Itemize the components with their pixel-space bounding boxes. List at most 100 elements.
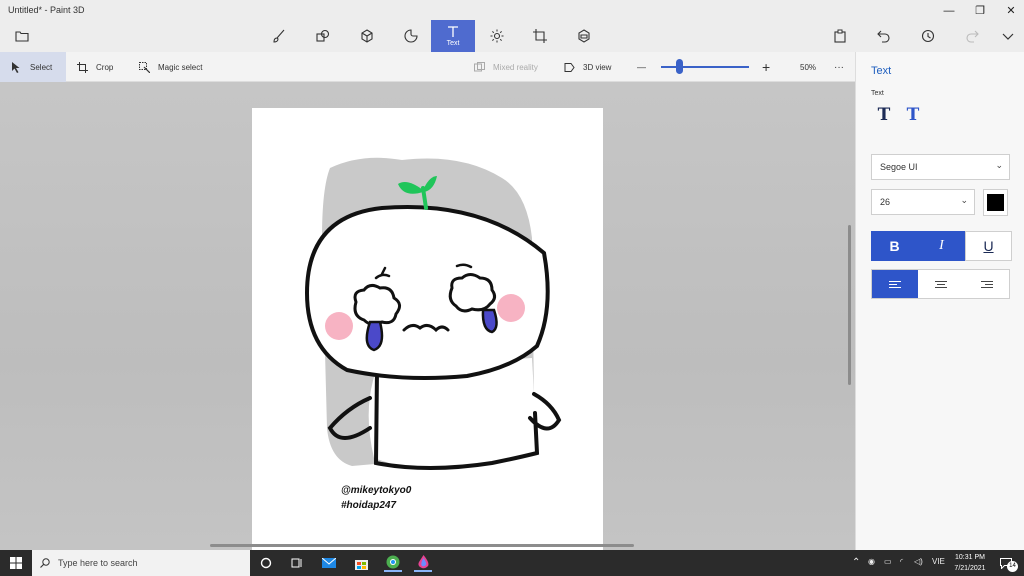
search-placeholder: Type here to search xyxy=(58,558,138,568)
bold-button[interactable]: B xyxy=(871,231,918,261)
font-size-dropdown[interactable]: 26 ⌄ xyxy=(871,189,975,215)
taskbar-search-box[interactable]: Type here to search xyxy=(32,550,250,576)
tray-app-icon[interactable]: ◉ xyxy=(868,557,875,566)
crop-canvas-icon xyxy=(533,29,547,43)
panel-title: Text xyxy=(871,65,892,77)
notification-count-badge: 14 xyxy=(1007,561,1018,572)
browser-app-button[interactable] xyxy=(384,554,402,572)
language-indicator[interactable]: VIE xyxy=(932,557,945,566)
notifications-button[interactable]: 14 xyxy=(996,554,1018,572)
select-label: Select xyxy=(30,62,53,72)
search-icon xyxy=(40,558,50,568)
crop-button[interactable]: Crop xyxy=(77,52,113,82)
underline-button[interactable]: U xyxy=(965,231,1012,261)
chevron-down-icon: ⌄ xyxy=(960,195,968,205)
cortana-button[interactable] xyxy=(257,554,275,572)
paste-button[interactable] xyxy=(818,20,862,52)
text-properties-panel: Text Text T T Segoe UI ⌄ 26 ⌄ B I U xyxy=(855,52,1024,550)
3d-library-button[interactable] xyxy=(562,20,606,52)
2d-text-tool[interactable]: T xyxy=(873,104,895,126)
title-bar: Untitled* - Paint 3D — ❐ ✕ Text xyxy=(0,0,1024,52)
clock-time: 10:31 PM xyxy=(955,554,985,561)
windows-logo-icon xyxy=(10,557,22,569)
alignment-group xyxy=(871,269,1010,299)
history-button[interactable] xyxy=(906,20,950,52)
pointer-icon xyxy=(12,61,20,73)
credit-handle: @mikeytokyo0 xyxy=(341,485,412,496)
text-tool-button[interactable]: Text xyxy=(431,20,475,52)
store-app-button[interactable] xyxy=(352,554,370,572)
zoom-slider-thumb[interactable] xyxy=(675,59,683,74)
panel-section-label: Text xyxy=(871,90,884,97)
redo-icon xyxy=(966,30,979,43)
align-right-button[interactable] xyxy=(964,270,1010,298)
wifi-icon[interactable]: ◜ xyxy=(900,557,903,566)
tray-overflow-chevron-icon[interactable]: ⌃ xyxy=(852,557,860,568)
minimize-button[interactable]: — xyxy=(934,2,964,20)
zoom-in-button[interactable]: + xyxy=(762,52,770,82)
italic-button[interactable]: I xyxy=(918,231,965,261)
paste-icon xyxy=(834,29,846,43)
cortana-circle-icon xyxy=(260,557,272,569)
menu-button[interactable] xyxy=(0,20,44,52)
zoom-out-button[interactable]: — xyxy=(637,52,646,82)
3d-text-tool[interactable]: T xyxy=(902,104,924,126)
zoom-level[interactable]: 50% xyxy=(800,52,816,82)
mixed-reality-label: Mixed reality xyxy=(493,62,538,72)
select-button[interactable]: Select xyxy=(0,52,66,82)
font-size-value: 26 xyxy=(880,197,891,207)
align-center-button[interactable] xyxy=(918,270,964,298)
mail-icon xyxy=(322,558,336,568)
window-title: Untitled* - Paint 3D xyxy=(8,5,85,15)
text-color-picker[interactable] xyxy=(983,189,1008,216)
vertical-scrollbar[interactable] xyxy=(848,225,851,385)
volume-icon[interactable]: ◁) xyxy=(914,557,923,566)
canvas-button[interactable] xyxy=(518,20,562,52)
paint3d-app-button[interactable] xyxy=(414,554,432,572)
chevron-down-icon: ⌄ xyxy=(995,160,1003,170)
3d-view-button[interactable]: 3D view xyxy=(564,52,611,82)
mixed-reality-icon xyxy=(474,61,485,71)
head-shape xyxy=(304,204,550,380)
magic-select-icon xyxy=(139,61,150,73)
restore-button[interactable]: ❐ xyxy=(965,2,995,20)
undo-button[interactable] xyxy=(862,20,906,52)
brushes-button[interactable] xyxy=(257,20,301,52)
2d-shapes-button[interactable] xyxy=(301,20,345,52)
horizontal-scrollbar[interactable] xyxy=(210,544,634,547)
align-left-button[interactable] xyxy=(872,270,918,298)
zoom-slider-track[interactable] xyxy=(661,66,749,68)
3d-view-icon xyxy=(564,62,575,72)
close-button[interactable]: ✕ xyxy=(996,2,1024,20)
left-blush xyxy=(325,312,353,340)
magic-select-button[interactable]: Magic select xyxy=(139,52,202,82)
mail-app-button[interactable] xyxy=(320,554,338,572)
canvas-workspace[interactable]: @mikeytokyo0 #hoidap247 xyxy=(0,82,855,550)
task-view-icon xyxy=(291,558,302,568)
task-view-button[interactable] xyxy=(288,554,306,572)
3d-view-label: 3D view xyxy=(583,62,612,72)
expand-menu-button[interactable] xyxy=(986,20,1024,52)
effects-button[interactable] xyxy=(475,20,519,52)
drawing-canvas[interactable]: @mikeytokyo0 #hoidap247 xyxy=(252,108,603,550)
right-eye-cloud xyxy=(448,273,497,313)
more-options-button[interactable]: ··· xyxy=(834,52,844,82)
system-clock[interactable]: 10:31 PM 7/21/2021 xyxy=(950,552,990,574)
library-icon xyxy=(578,29,590,43)
brush-icon xyxy=(273,29,285,43)
paint3d-drop-icon xyxy=(417,555,428,569)
3d-shapes-button[interactable] xyxy=(345,20,389,52)
font-family-dropdown[interactable]: Segoe UI ⌄ xyxy=(871,154,1010,180)
left-eye-cloud xyxy=(353,283,401,327)
clock-date: 7/21/2021 xyxy=(954,565,986,572)
start-button[interactable] xyxy=(0,550,32,576)
battery-icon[interactable]: ▭ xyxy=(884,557,892,566)
mixed-reality-button[interactable]: Mixed reality xyxy=(474,52,538,82)
windows-taskbar: Type here to search ⌃ ◉ ▭ ◜ ◁) VIE 10:31… xyxy=(0,550,1024,576)
history-icon xyxy=(921,29,935,43)
cube-icon xyxy=(361,29,373,43)
undo-icon xyxy=(877,30,890,43)
chevron-down-icon xyxy=(1002,33,1014,40)
store-bag-icon xyxy=(354,559,368,570)
stickers-button[interactable] xyxy=(389,20,433,52)
